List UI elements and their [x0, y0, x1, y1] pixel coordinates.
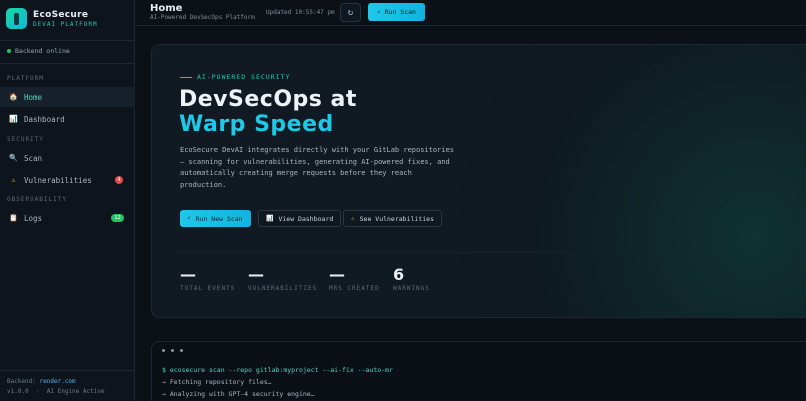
divider: [0, 40, 135, 41]
top-header: Home AI-Powered DevSecOps Platform Updat…: [136, 0, 806, 26]
stat-vulnerabilities: — VULNERABILITIES: [248, 265, 317, 292]
stat-warnings: 6 WARNINGS: [393, 265, 430, 292]
stat-label: WARNINGS: [393, 285, 430, 292]
logs-count-badge: 12: [111, 214, 124, 222]
eyebrow-line: [180, 76, 192, 78]
sidebar-item-label: Dashboard: [24, 114, 65, 124]
warning-icon: ⚠: [351, 215, 355, 222]
stats-divider: [180, 252, 580, 253]
house-icon: 🏠: [9, 93, 18, 101]
section-label-platform: PLATFORM: [7, 75, 44, 82]
sidebar-item-dashboard[interactable]: 📊 Dashboard: [0, 109, 135, 129]
version-text: v1.0.0: [7, 388, 29, 395]
sidebar-footer: Backend: render.com v1.0.0 · AI Engine A…: [7, 378, 105, 395]
updated-timestamp: Updated 10:55:47 pm: [266, 9, 335, 16]
vulnerabilities-count-badge: 4: [115, 176, 123, 184]
hero-title-line2: Warp Speed: [179, 112, 334, 137]
terminal-output-line: → Analyzing with GPT-4 security engine…: [162, 390, 315, 398]
brand-name: EcoSecure: [33, 9, 89, 20]
hero-description: EcoSecure DevAI integrates directly with…: [180, 146, 454, 189]
sidebar-item-label: Logs: [24, 213, 43, 223]
hero-eyebrow: AI-POWERED SECURITY: [180, 73, 290, 81]
terminal-command-line: $ ecosecure scan --repo gitlab:myproject…: [162, 366, 393, 374]
lightning-icon: ⚡: [377, 8, 381, 16]
section-label-security: SECURITY: [7, 136, 44, 143]
page-subtitle: AI-Powered DevSecOps Platform: [150, 14, 255, 21]
hero-title-line1: DevSecOps at: [179, 87, 357, 112]
chart-icon: 📊: [9, 115, 18, 123]
lightning-icon: ⚡: [187, 215, 191, 222]
logo-icon: [6, 8, 27, 29]
brand-subtitle: DEVAI PLATFORM: [33, 20, 98, 28]
sidebar-item-logs[interactable]: 📋 Logs 12: [0, 208, 135, 228]
divider: [0, 63, 135, 64]
backend-host-link[interactable]: render.com: [40, 378, 76, 385]
clipboard-icon: 📋: [9, 214, 18, 222]
run-new-scan-label: Run New Scan: [195, 214, 243, 223]
refresh-icon: ↻: [347, 7, 354, 18]
backend-status-text: Backend online: [15, 47, 70, 55]
hero-card: AI-POWERED SECURITY DevSecOps at Warp Sp…: [151, 44, 806, 318]
stat-total-events: — TOTAL EVENTS: [180, 265, 235, 292]
terminal-window-dots: [162, 349, 189, 352]
terminal-output-line: → Fetching repository files…: [162, 378, 272, 386]
page-title: Home: [150, 3, 183, 14]
sidebar-item-vulnerabilities[interactable]: ⚠ Vulnerabilities 4: [0, 170, 135, 190]
view-dashboard-label: View Dashboard: [278, 214, 334, 223]
stat-label: MRS CREATED: [329, 285, 380, 292]
run-scan-button[interactable]: ⚡ Run Scan: [368, 3, 425, 21]
refresh-button[interactable]: ↻: [340, 3, 361, 22]
stat-label: TOTAL EVENTS: [180, 285, 236, 292]
stat-value: —: [180, 265, 196, 284]
run-new-scan-button[interactable]: ⚡ Run New Scan: [180, 210, 251, 227]
sidebar-item-label: Home: [24, 92, 43, 102]
see-vulnerabilities-label: See Vulnerabilities: [359, 214, 434, 223]
stat-label: VULNERABILITIES: [248, 285, 318, 292]
stat-value: 6: [393, 265, 405, 284]
sidebar-item-home[interactable]: 🏠 Home: [0, 87, 135, 107]
view-dashboard-button[interactable]: 📊 View Dashboard: [258, 210, 342, 227]
status-dot-icon: [7, 49, 11, 53]
backend-label: Backend:: [7, 378, 36, 385]
warning-icon: ⚠: [11, 176, 16, 184]
stat-value: —: [248, 265, 264, 284]
sidebar-item-label: Vulnerabilities: [24, 175, 92, 185]
section-label-observability: OBSERVABILITY: [7, 196, 67, 203]
chart-icon: 📊: [266, 215, 274, 222]
stat-mrs-created: — MRS CREATED: [329, 265, 380, 292]
engine-status-text: AI Engine Active: [46, 388, 105, 395]
divider: [0, 370, 135, 371]
sidebar-item-label: Scan: [24, 153, 43, 163]
hero-eyebrow-text: AI-POWERED SECURITY: [197, 73, 291, 81]
magnifier-icon: 🔍: [9, 154, 18, 162]
brand[interactable]: EcoSecure DEVAI PLATFORM: [6, 8, 98, 29]
see-vulnerabilities-button[interactable]: ⚠ See Vulnerabilities: [343, 210, 442, 227]
sidebar-item-scan[interactable]: 🔍 Scan: [0, 148, 135, 168]
stat-value: —: [329, 265, 345, 284]
sidebar: EcoSecure DEVAI PLATFORM Backend online …: [0, 0, 135, 401]
run-scan-label: Run Scan: [384, 8, 416, 16]
backend-status: Backend online: [7, 47, 70, 55]
terminal-panel: $ ecosecure scan --repo gitlab:myproject…: [151, 341, 806, 401]
